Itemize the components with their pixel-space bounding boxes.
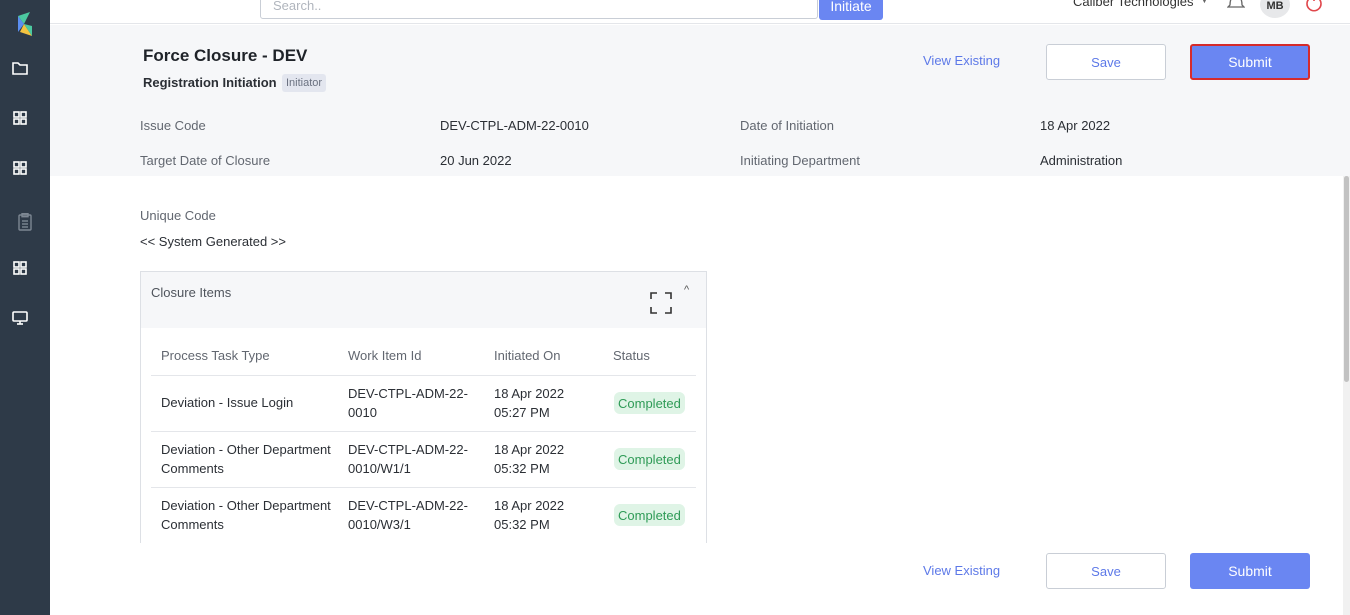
target-date-label: Target Date of Closure <box>140 153 271 168</box>
submit-button[interactable]: Submit <box>1190 44 1310 80</box>
scrollbar-thumb[interactable] <box>1344 176 1349 382</box>
status-badge: Completed <box>614 504 685 526</box>
clipboard-icon[interactable] <box>15 212 35 232</box>
date-of-initiation-label: Date of Initiation <box>740 118 834 133</box>
view-existing-button[interactable]: View Existing <box>923 53 1000 68</box>
bell-icon[interactable] <box>1226 0 1246 15</box>
initiating-department-value: Administration <box>1040 153 1123 168</box>
initiating-department-label: Initiating Department <box>740 153 860 168</box>
search-input[interactable]: Search.. <box>260 0 818 19</box>
work-item-cell[interactable]: DEV-CTPL-ADM-22- 0010/W1/1 <box>348 440 468 478</box>
grid-icon[interactable] <box>10 108 30 128</box>
unique-code-label: Unique Code <box>140 208 216 223</box>
target-date-value: 20 Jun 2022 <box>440 153 512 168</box>
initiated-on-cell: 18 Apr 2022 05:27 PM <box>494 386 565 420</box>
issue-code-value: DEV-CTPL-ADM-22-0010 <box>440 118 589 133</box>
grid-icon[interactable] <box>10 258 30 278</box>
top-bar: Search.. Initiate Caliber Technologies ▼… <box>50 0 1350 24</box>
chevron-up-icon[interactable]: ^ <box>684 284 689 296</box>
footer-save-button[interactable]: Save <box>1046 553 1166 589</box>
grid-icon[interactable] <box>10 158 30 178</box>
organization-name[interactable]: Caliber Technologies <box>1073 0 1193 9</box>
role-badge: Initiator <box>282 74 327 92</box>
power-icon[interactable] <box>1305 0 1323 17</box>
initiated-on-cell: 18 Apr 2022 05:32 PM <box>494 498 565 532</box>
closure-items-header: Closure Items ^ <box>141 272 706 328</box>
table-row[interactable]: Deviation - Other Department Comments DEV… <box>151 487 696 543</box>
sidebar <box>0 0 50 615</box>
unique-code-value: << System Generated >> <box>140 234 286 249</box>
fullscreen-icon[interactable] <box>650 292 672 319</box>
column-header-task-type[interactable]: Process Task Type <box>161 348 270 363</box>
header-panel: Force Closure - DEV Registration Initiat… <box>50 25 1350 176</box>
work-item-cell[interactable]: DEV-CTPL-ADM-22- 0010 <box>348 384 468 422</box>
footer-view-existing-button[interactable]: View Existing <box>923 563 1000 578</box>
chevron-down-icon[interactable]: ▼ <box>1200 0 1209 5</box>
page-subtitle: Registration Initiation <box>143 75 277 90</box>
folder-icon[interactable] <box>10 58 30 78</box>
avatar[interactable]: MB <box>1260 0 1290 18</box>
initiated-on-cell: 18 Apr 2022 05:32 PM <box>494 442 565 476</box>
app-logo-icon[interactable] <box>14 12 36 36</box>
task-type-cell: Deviation - Other Department Comments <box>161 498 331 532</box>
closure-items-title: Closure Items <box>151 285 232 300</box>
table-row[interactable]: Deviation - Other Department Comments DEV… <box>151 431 696 487</box>
column-header-initiated-on[interactable]: Initiated On <box>494 348 561 363</box>
issue-code-label: Issue Code <box>140 118 206 133</box>
save-button[interactable]: Save <box>1046 44 1166 80</box>
task-type-cell: Deviation - Other Department Comments <box>161 442 331 476</box>
work-item-cell[interactable]: DEV-CTPL-ADM-22- 0010/W3/1 <box>348 496 468 534</box>
column-header-status[interactable]: Status <box>613 348 650 363</box>
column-header-work-item-id[interactable]: Work Item Id <box>348 348 421 363</box>
monitor-icon[interactable] <box>10 308 30 328</box>
initiate-button[interactable]: Initiate <box>819 0 883 20</box>
status-badge: Completed <box>614 392 685 414</box>
date-of-initiation-value: 18 Apr 2022 <box>1040 118 1111 133</box>
footer-submit-button[interactable]: Submit <box>1190 553 1310 589</box>
task-type-cell: Deviation - Issue Login <box>161 395 294 410</box>
table-row[interactable]: Deviation - Issue Login DEV-CTPL-ADM-22-… <box>151 375 696 431</box>
page-title: Force Closure - DEV <box>143 46 308 65</box>
closure-items-panel: Closure Items ^ Process Task Type Work I… <box>140 271 707 543</box>
status-badge: Completed <box>614 448 685 470</box>
